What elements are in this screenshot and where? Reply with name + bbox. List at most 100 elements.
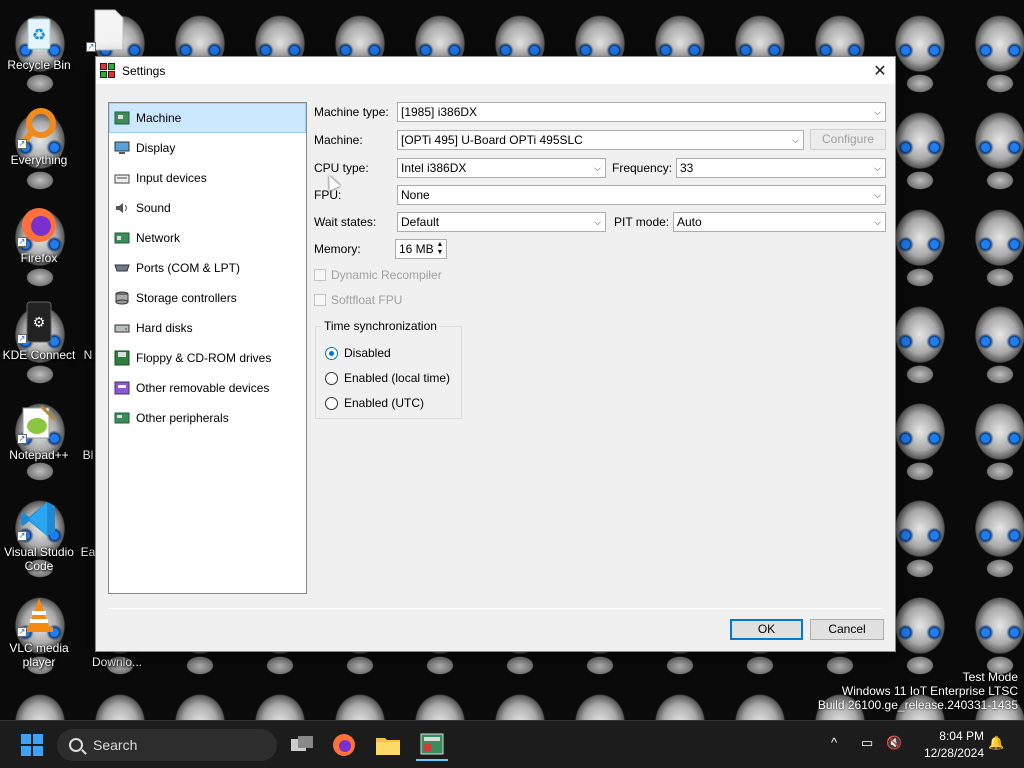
clock-time: 8:04 PM <box>939 729 984 743</box>
firefox-icon <box>333 734 355 756</box>
desktop-icon-vlc[interactable]: ↗ VLC media player <box>0 593 78 669</box>
removable-icon <box>114 380 130 396</box>
category-item-hard-disks[interactable]: Hard disks <box>109 313 306 343</box>
ok-button[interactable]: OK <box>730 619 803 640</box>
folder-icon <box>376 738 400 755</box>
chevron-down-icon: ⌵ <box>594 163 601 173</box>
spin-arrows-icon[interactable]: ▲ ▼ <box>435 241 445 257</box>
category-item-floppy-cdrom[interactable]: Floppy & CD-ROM drives <box>109 343 306 373</box>
notepad-plus-plus-icon: ↗ <box>17 400 61 444</box>
chevron-down-icon: ⌵ <box>874 217 881 227</box>
desktop-icon-label: VLC media player <box>9 641 69 669</box>
storage-icon <box>114 290 130 306</box>
keyboard-icon <box>114 170 130 186</box>
cancel-button[interactable]: Cancel <box>810 619 884 640</box>
desktop-icon-recycle-bin[interactable]: ♻ Recycle Bin <box>0 10 78 72</box>
machine-type-select[interactable]: [1985] i386DX ⌵ <box>397 102 886 122</box>
desktop-icon-label: Notepad++ <box>9 448 69 462</box>
desktop-icon-notepad-plus-plus[interactable]: ↗ Notepad++ <box>0 400 78 462</box>
time-sync-disabled-radio[interactable]: Disabled <box>325 346 391 360</box>
cpu-type-select[interactable]: Intel i386DX ⌵ <box>397 158 606 178</box>
category-item-display[interactable]: Display <box>109 133 306 163</box>
kde-connect-icon: ⚙ ↗ <box>17 300 61 344</box>
notification-bell-icon[interactable]: 🔔 <box>988 735 1004 751</box>
category-label: Hard disks <box>136 321 193 335</box>
shortcut-arrow-icon: ↗ <box>17 531 27 541</box>
floppy-icon <box>114 350 130 366</box>
memory-spinbox[interactable]: 16 MB ▲ ▼ <box>395 239 447 259</box>
machine-label: Machine: <box>314 133 363 147</box>
search-label: Search <box>93 737 138 753</box>
time-sync-groupbox: Time synchronization Disabled Enabled (l… <box>315 319 462 419</box>
title-bar[interactable]: Settings ✕ <box>96 57 895 84</box>
svg-text:⚙: ⚙ <box>33 314 46 330</box>
vscode-icon: ↗ <box>17 497 61 541</box>
cpu-type-value: Intel i386DX <box>401 161 467 175</box>
motherboard-icon <box>114 110 130 126</box>
softfloat-fpu-checkbox[interactable]: Softfloat FPU <box>314 293 402 307</box>
desktop-icon-label: Everything <box>10 153 68 167</box>
show-hidden-icons-chevron-icon[interactable]: ^ <box>831 735 837 750</box>
pit-mode-select[interactable]: Auto ⌵ <box>673 212 886 232</box>
taskbar-search-box[interactable]: Search <box>57 729 277 761</box>
category-item-sound[interactable]: Sound <box>109 193 306 223</box>
speaker-icon <box>114 200 130 216</box>
frequency-select[interactable]: 33 ⌵ <box>676 158 886 178</box>
chevron-down-icon: ⌵ <box>874 163 881 173</box>
desktop-icon-kde-connect[interactable]: ⚙ ↗ KDE Connect <box>0 300 78 362</box>
configure-button[interactable]: Configure <box>810 129 886 150</box>
taskbar-86box-button[interactable] <box>416 729 448 761</box>
hard-disk-icon <box>114 320 130 336</box>
shortcut-arrow-icon: ↗ <box>17 334 27 344</box>
port-icon <box>114 260 130 276</box>
time-sync-utc-radio[interactable]: Enabled (UTC) <box>325 396 424 410</box>
network-icon <box>114 230 130 246</box>
recycle-bin-icon: ♻ <box>17 10 61 54</box>
chevron-down-icon: ⌵ <box>874 107 881 117</box>
clock-date: 12/28/2024 <box>923 746 984 760</box>
memory-label: Memory: <box>314 242 361 256</box>
desktop-icon-label: KDE Connect <box>2 348 76 362</box>
test-mode-watermark: Test Mode Windows 11 IoT Enterprise LTSC… <box>818 670 1018 712</box>
86box-icon <box>420 733 444 755</box>
radio-dot <box>325 371 338 385</box>
task-view-button[interactable] <box>286 729 318 761</box>
start-button[interactable] <box>16 729 48 761</box>
wait-states-select[interactable]: Default ⌵ <box>397 212 606 232</box>
category-item-ports[interactable]: Ports (COM & LPT) <box>109 253 306 283</box>
desktop-icon-firefox[interactable]: ↗ Firefox <box>0 203 78 265</box>
radio-dot <box>325 396 338 410</box>
radio-dot <box>325 346 338 360</box>
category-item-storage-controllers[interactable]: Storage controllers <box>109 283 306 313</box>
category-item-machine[interactable]: Machine <box>109 103 306 133</box>
system-clock[interactable]: 8:04 PM 12/28/2024 <box>924 728 984 762</box>
chevron-down-icon: ⌵ <box>792 135 799 145</box>
volume-muted-icon[interactable]: 🔇 <box>886 735 902 751</box>
taskbar-firefox-button[interactable] <box>328 729 360 761</box>
chevron-down-icon: ⌵ <box>594 217 601 227</box>
document-icon: ↗ <box>86 8 130 52</box>
category-item-network[interactable]: Network <box>109 223 306 253</box>
time-sync-local-radio[interactable]: Enabled (local time) <box>325 371 450 385</box>
checkbox-box <box>314 294 326 306</box>
dynamic-recompiler-checkbox[interactable]: Dynamic Recompiler <box>314 268 442 282</box>
pit-mode-label: PIT mode: <box>614 215 670 229</box>
svg-text:♻: ♻ <box>32 27 46 44</box>
category-item-input-devices[interactable]: Input devices <box>109 163 306 193</box>
category-item-other-peripherals[interactable]: Other peripherals <box>109 403 306 433</box>
taskbar: Search ^ ▭ 🔇 8:04 PM 12/28/2024 🔔 <box>0 720 1024 768</box>
close-button[interactable]: ✕ <box>865 57 895 84</box>
machine-select[interactable]: [OPTi 495] U-Board OPTi 495SLC ⌵ <box>397 130 804 150</box>
dynamic-recompiler-label: Dynamic Recompiler <box>331 268 442 282</box>
86box-app-icon <box>100 62 116 79</box>
shortcut-arrow-icon: ↗ <box>17 139 27 149</box>
category-item-other-removable[interactable]: Other removable devices <box>109 373 306 403</box>
watermark-line: Test Mode <box>962 670 1018 684</box>
desktop-icon-everything[interactable]: ↗ Everything <box>0 105 78 167</box>
taskbar-file-explorer-button[interactable] <box>372 729 404 761</box>
task-view-icon <box>291 736 313 751</box>
fpu-select[interactable]: None ⌵ <box>397 185 886 205</box>
display-tray-icon[interactable]: ▭ <box>861 735 873 751</box>
desktop-icon-vscode[interactable]: ↗ Visual Studio Code <box>0 497 78 573</box>
chevron-down-icon: ⌵ <box>874 190 881 200</box>
